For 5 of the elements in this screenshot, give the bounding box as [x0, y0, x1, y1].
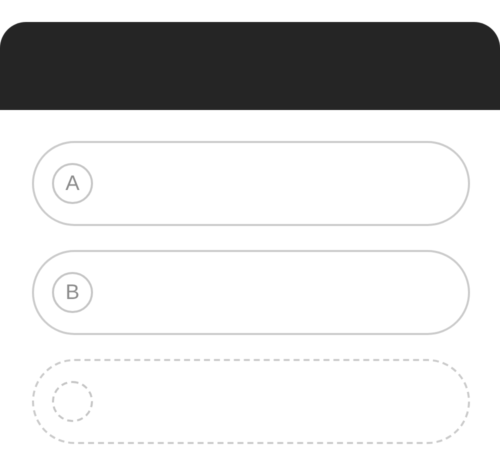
answer-option[interactable]: B [32, 250, 470, 335]
option-letter: B [52, 272, 93, 313]
circle-icon [52, 381, 93, 422]
option-letter: A [52, 163, 93, 204]
answer-option[interactable]: A [32, 141, 470, 226]
